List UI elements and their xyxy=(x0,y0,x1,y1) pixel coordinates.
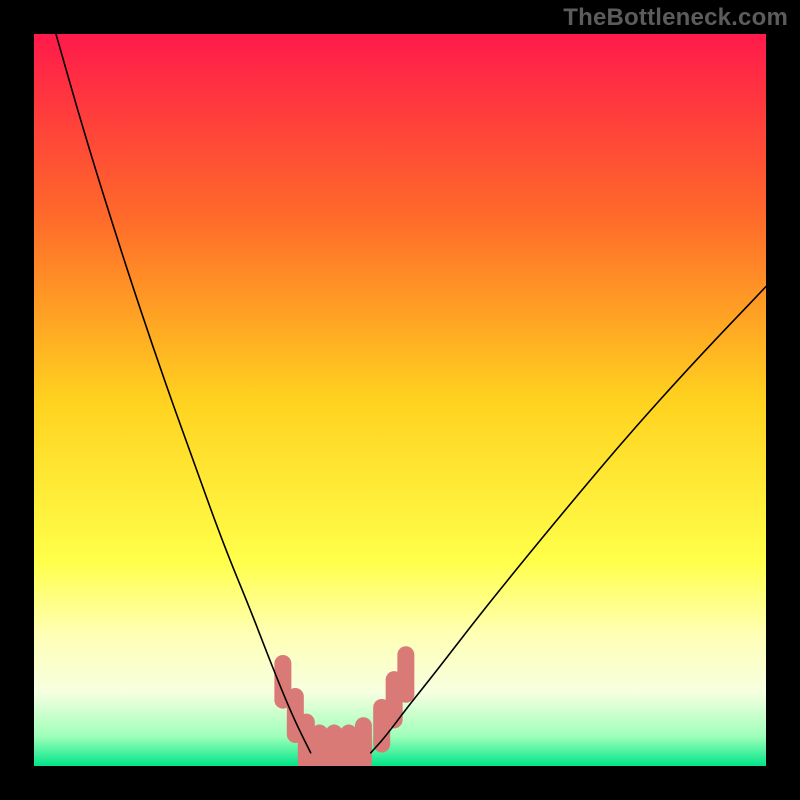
plot-svg xyxy=(34,34,766,766)
plot-frame xyxy=(34,34,766,766)
watermark-text: TheBottleneck.com xyxy=(563,4,788,32)
chart-stage: TheBottleneck.com xyxy=(0,0,800,800)
